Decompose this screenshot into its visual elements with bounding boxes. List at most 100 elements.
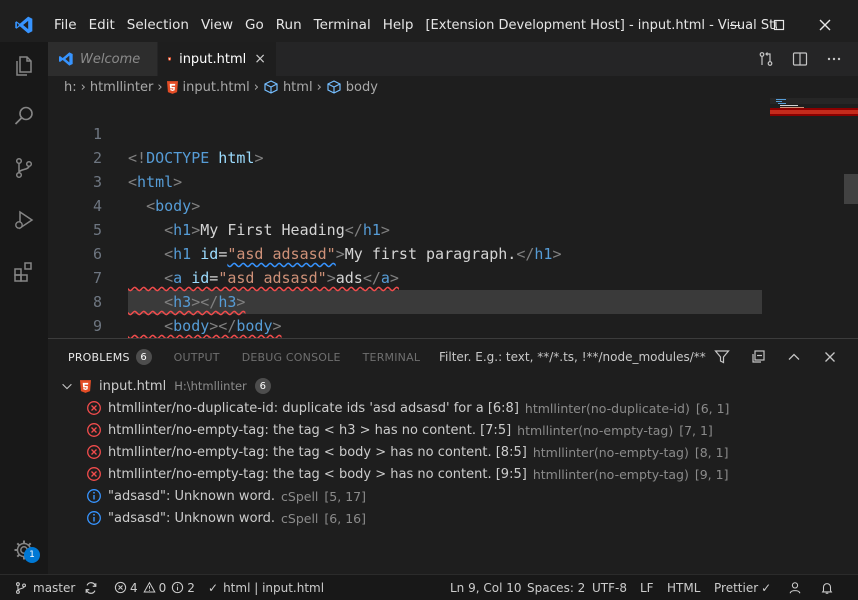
tab-input-html-label: input.html [179,51,247,67]
problem-location: [5, 17] [324,488,366,504]
problems-file-path: H:\htmllinter [174,379,247,393]
extensions-button[interactable] [0,248,48,296]
error-icon [87,445,101,459]
source-control-icon [15,157,33,179]
error-icon [114,581,127,594]
html-linter-status[interactable]: ✓ html | input.html [208,581,324,595]
tab-welcome[interactable]: Welcome [48,42,158,76]
info-count: 2 [187,580,195,595]
html5-icon [166,80,178,94]
indentation[interactable]: Spaces: 2 [527,581,585,595]
code-line: 2 <html> [48,122,858,191]
check-icon: ✓ [761,580,772,595]
open-changes-icon[interactable] [758,51,774,67]
element-icon [327,80,341,94]
breadcrumb-body[interactable]: body [346,80,378,95]
search-icon [14,106,33,125]
language-mode[interactable]: HTML [667,581,700,595]
code-line: 3 <body> [48,146,858,215]
code-editor[interactable]: 1 <!DOCTYPE html> 2 <html> 3 <body> 4 <h… [48,98,858,338]
vertical-scrollbar[interactable] [844,174,858,204]
end-of-line[interactable]: LF [640,581,654,595]
code-line: 8 <body></body> [48,266,858,335]
maximize-panel-icon[interactable] [786,349,802,365]
feedback-button[interactable] [788,581,802,595]
html5-icon [80,379,91,393]
close-tab-icon[interactable]: × [254,51,266,67]
tab-problems[interactable]: PROBLEMS 6 [68,349,152,365]
editor-actions [758,42,842,76]
html5-icon [168,57,172,61]
split-editor-icon[interactable] [792,51,808,67]
close-icon [819,19,831,31]
problem-item[interactable]: htmllinter/no-empty-tag: the tag < body … [86,463,728,485]
tab-terminal[interactable]: TERMINAL [363,351,421,364]
code-line: 9 </body> [48,290,858,335]
problem-source: htmllinter(no-duplicate-id) [524,400,690,416]
tab-welcome-label: Welcome [80,51,141,67]
problem-item[interactable]: htmllinter/no-empty-tag: the tag < body … [86,441,728,463]
error-icon [87,401,101,415]
cursor-position[interactable]: Ln 9, Col 10 [450,581,522,595]
chevron-right-icon: › [80,79,86,95]
problem-item[interactable]: "adsasd": Unknown word. cSpell [6, 16] [86,507,366,529]
warning-count: 0 [158,580,167,595]
error-icon [87,423,101,437]
problem-item[interactable]: htmllinter/no-empty-tag: the tag < h3 > … [86,419,713,441]
panel-tabs: PROBLEMS 6 OUTPUT DEBUG CONSOLE TERMINAL [68,339,420,375]
bell-icon [821,582,833,594]
problems-status[interactable]: 4 0 2 [114,581,195,595]
problems-file-row[interactable]: input.html H:\htmllinter 6 [60,375,271,397]
info-icon [87,511,101,525]
code-line: 5 <h1 id="asd adsasd">My first paragraph… [48,194,858,263]
error-count: 4 [130,580,138,595]
problem-message: htmllinter/no-empty-tag: the tag < h3 > … [108,422,512,438]
code-line: 7 <h3></h3> [48,242,858,311]
vscode-tab-icon [59,52,73,66]
breadcrumb-folder[interactable]: htmllinter [90,80,154,95]
tab-debug-console[interactable]: DEBUG CONSOLE [242,351,341,364]
problem-source: cSpell [281,510,319,526]
problem-message: htmllinter/no-empty-tag: the tag < body … [108,466,527,482]
branch-indicator[interactable]: master [14,581,75,595]
more-actions-icon[interactable] [826,51,842,67]
close-panel-icon[interactable] [822,349,838,365]
problem-location: [7, 1] [679,422,713,438]
problem-location: [9, 1] [694,466,729,482]
problems-filter-input[interactable]: Filter. E.g.: text, **/*.ts, !**/node_mo… [439,339,706,375]
problem-item[interactable]: htmllinter/no-duplicate-id: duplicate id… [86,397,729,419]
breadcrumb-html[interactable]: html [283,80,313,95]
element-icon [264,80,278,94]
chevron-right-icon: › [157,79,163,95]
source-control-button[interactable] [0,144,48,192]
code-line: 4 <h1>My First Heading</h1> [48,170,858,239]
collapse-all-icon[interactable] [750,349,766,365]
problem-source: htmllinter(no-empty-tag) [517,422,674,438]
run-debug-button[interactable] [0,196,48,244]
encoding[interactable]: UTF-8 [592,581,627,595]
search-button[interactable] [0,92,48,140]
notifications-button[interactable] [820,581,834,595]
filter-icon[interactable] [714,349,730,365]
problem-message: htmllinter/no-duplicate-id: duplicate id… [108,400,519,416]
minimap[interactable] [770,98,858,338]
sync-icon [85,581,97,594]
git-branch-icon [16,581,26,594]
problem-location: [6, 1] [695,400,730,416]
breadcrumb-drive[interactable]: h: [64,80,77,95]
code-line: 10 </html> [48,314,858,338]
problem-item[interactable]: "adsasd": Unknown word. cSpell [5, 17] [86,485,366,507]
files-icon [16,56,32,76]
explorer-button[interactable] [0,42,48,90]
prettier-status[interactable]: Prettier ✓ [714,581,771,595]
code-line: 6 <a id="asd adsasd">ads</a> [48,218,858,287]
breadcrumb: h: › htmllinter › input.html › html › bo… [48,76,858,98]
sync-button[interactable] [84,581,98,595]
problem-message: htmllinter/no-empty-tag: the tag < body … [108,444,527,460]
problems-count-badge: 6 [135,349,152,365]
manage-button[interactable] [0,526,48,574]
breadcrumb-file[interactable]: input.html [183,80,250,95]
tab-input-html[interactable]: input.html × [158,42,276,76]
prettier-label: Prettier [714,580,759,595]
tab-output[interactable]: OUTPUT [174,351,220,364]
